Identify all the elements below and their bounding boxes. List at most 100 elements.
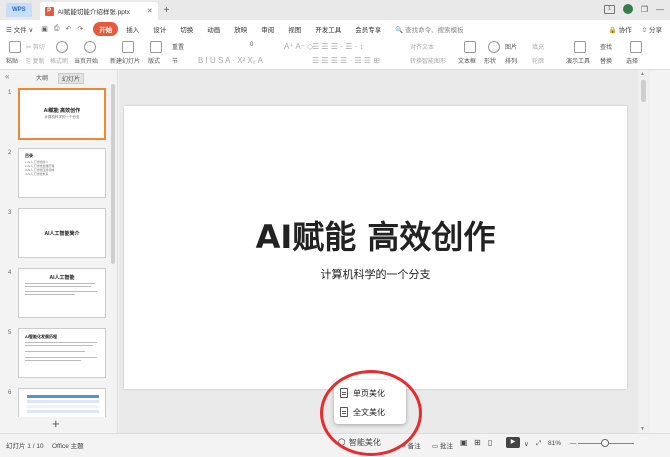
thumbnail-scrollbar[interactable] [111,84,115,264]
redo-icon[interactable]: ↷ [77,25,83,33]
theme-name[interactable]: Office 主题 [52,440,84,450]
align-group[interactable]: ☰ ☰ ☰ ☰ · ☰ ☰ ⊞ [312,56,380,65]
command-search[interactable]: 🔍 查找命令、搜索模板 [395,24,463,34]
replace-button[interactable]: 替换 [600,56,612,65]
outline-button[interactable]: 轮廓 [532,56,544,65]
quick-access: ▣ ⎙ ↶ ↷ [41,25,83,33]
menu-insert[interactable]: 插入 [120,22,145,36]
fill-button[interactable]: 填充 [532,42,544,51]
menu-member[interactable]: 会员专享 [349,22,387,36]
zoom-slider-handle[interactable] [601,439,609,447]
current-slide[interactable]: AI赋能 高效创作 计算机科学的一个分支 [124,106,627,389]
zoom-out-icon[interactable]: — [570,440,577,447]
view-reading-icon[interactable]: ▯ [488,438,492,447]
document-icon [340,407,348,417]
share-button[interactable]: ⇧ 分享 [642,24,662,34]
slide-thumbnail-3[interactable]: AI人工智能简介 [18,208,106,258]
presentation-tools-icon[interactable] [574,41,586,53]
play-from-current-button[interactable]: 当页开始 [74,56,98,65]
layout-icon[interactable] [150,41,162,53]
slide-title[interactable]: AI赋能 高效创作 [124,212,627,258]
collapse-panel-icon[interactable]: « [5,72,9,81]
select-icon[interactable] [630,41,642,53]
badge-icon[interactable]: 1 [603,4,615,14]
menu-slideshow[interactable]: 放映 [228,22,253,36]
slide-thumbnail-5[interactable]: AI智能化发展历程 [18,328,106,378]
canvas-scrollbar[interactable]: ▲ ▼ [638,70,650,433]
tab-slides[interactable]: 幻灯片 [58,73,85,84]
file-menu[interactable]: ☰ 文件 ∨ [6,24,33,34]
section-button[interactable]: 节 [172,56,178,65]
format-painter-button[interactable]: 格式刷 [50,56,68,65]
text-box-icon[interactable] [464,41,476,53]
slide-thumbnail-4[interactable]: AI人工智能 [18,268,106,318]
scroll-down-icon[interactable]: ▼ [640,426,645,432]
shape-icon[interactable] [488,41,500,53]
select-button[interactable]: 选择 [626,56,638,65]
collaborate-button[interactable]: 🔒 协作 [609,24,632,34]
menu-animation[interactable]: 动画 [201,22,226,36]
fit-window-icon[interactable]: ⤢ [536,440,541,448]
comments-button[interactable]: ▭ 批注 [432,440,453,450]
font-style-group[interactable]: B I U S A · X² X₂ A [198,56,263,65]
full-text-beautify-item[interactable]: 全文美化 [340,403,385,421]
new-slide-icon[interactable] [122,41,134,53]
menu-review[interactable]: 审阅 [255,22,280,36]
paste-icon[interactable] [9,41,21,53]
format-painter-icon[interactable] [56,41,68,53]
menu-start[interactable]: 开始 [93,22,119,36]
play-slideshow-button[interactable]: ▶ [506,437,520,448]
notes-button[interactable]: ≡ 备注 [402,440,421,450]
slide-number: 4 [8,270,12,276]
menu-transition[interactable]: 切换 [174,22,199,36]
slide-thumbnail-2[interactable]: 目录 1.AI人工智能简介 2.AI人工智能发展历程 3.AI人工智能应用领域 … [18,148,106,198]
close-tab-icon[interactable]: ✕ [147,7,153,15]
copy-button[interactable]: ⎘ 复制 [26,56,44,66]
wps-home-tab[interactable]: WPS [6,3,32,17]
add-slide-button[interactable]: + [52,416,60,431]
document-tab[interactable]: P AI赋能切能介绍样张.pptx ✕ [39,2,158,20]
reset-button[interactable]: 重置 [172,42,184,51]
new-slide-button[interactable]: 新建幻灯片 [110,56,140,65]
presentation-tools-button[interactable]: 演示工具 [566,56,590,65]
thumbnail-text-line [25,286,91,287]
slide-thumbnail-1[interactable]: AI赋能 高效创作 计算机科学的一个分支 [18,88,106,140]
menu-developer[interactable]: 开发工具 [309,22,347,36]
paragraph-group[interactable]: ☰ ☰ ☰ · ☰ · ↕ [312,42,363,51]
undo-icon[interactable]: ↶ [65,25,71,33]
play-options-icon[interactable]: ∨ [524,440,529,448]
scrollbar-thumb[interactable] [641,80,646,102]
font-size-field[interactable]: 0 [250,42,253,48]
menu-design[interactable]: 设计 [147,22,172,36]
view-sorter-icon[interactable]: ⊞ [474,438,481,447]
menu-view[interactable]: 视图 [282,22,307,36]
smart-beautify-button[interactable]: ⬡ 智能美化 [338,437,381,448]
tab-outline[interactable]: 大纲 [36,73,48,82]
find-button[interactable]: 查找 [600,42,612,51]
font-size-adjust[interactable]: A⁺ A⁻ ◇ [284,42,313,51]
play-circle-icon[interactable] [84,41,96,53]
zoom-level[interactable]: 81% [548,440,561,447]
save-icon[interactable]: ▣ [41,25,48,33]
print-icon[interactable]: ⎙ [54,25,60,33]
scroll-up-icon[interactable]: ▲ [640,71,645,77]
view-normal-icon[interactable]: ▣ [460,438,468,447]
align-text-button[interactable]: 对齐文本 [410,42,434,51]
single-page-beautify-item[interactable]: 单页美化 [340,384,385,402]
avatar[interactable] [622,4,633,14]
layout-button[interactable]: 版式 [148,56,160,65]
convert-smart-art-button[interactable]: 转换智能图形 [410,56,446,65]
text-box-button[interactable]: 文本框 [458,56,476,65]
slide-subtitle[interactable]: 计算机科学的一个分支 [124,266,627,282]
paste-button[interactable]: 粘贴 [6,56,18,65]
slide-thumbnail-6[interactable] [18,388,106,417]
minimize-icon[interactable]: — [656,5,664,14]
slide-counter: 幻灯片 1 / 10 [6,443,44,450]
restore-icon[interactable]: ❐ [641,5,648,14]
new-tab-button[interactable]: + [164,5,170,16]
arrange-button[interactable]: 排列 [505,56,517,65]
full-text-beautify-label: 全文美化 [353,407,385,417]
shape-button[interactable]: 形状 [484,56,496,65]
cut-button[interactable]: ✂ 剪切 [26,42,45,51]
picture-button[interactable]: 图片 [505,42,517,51]
